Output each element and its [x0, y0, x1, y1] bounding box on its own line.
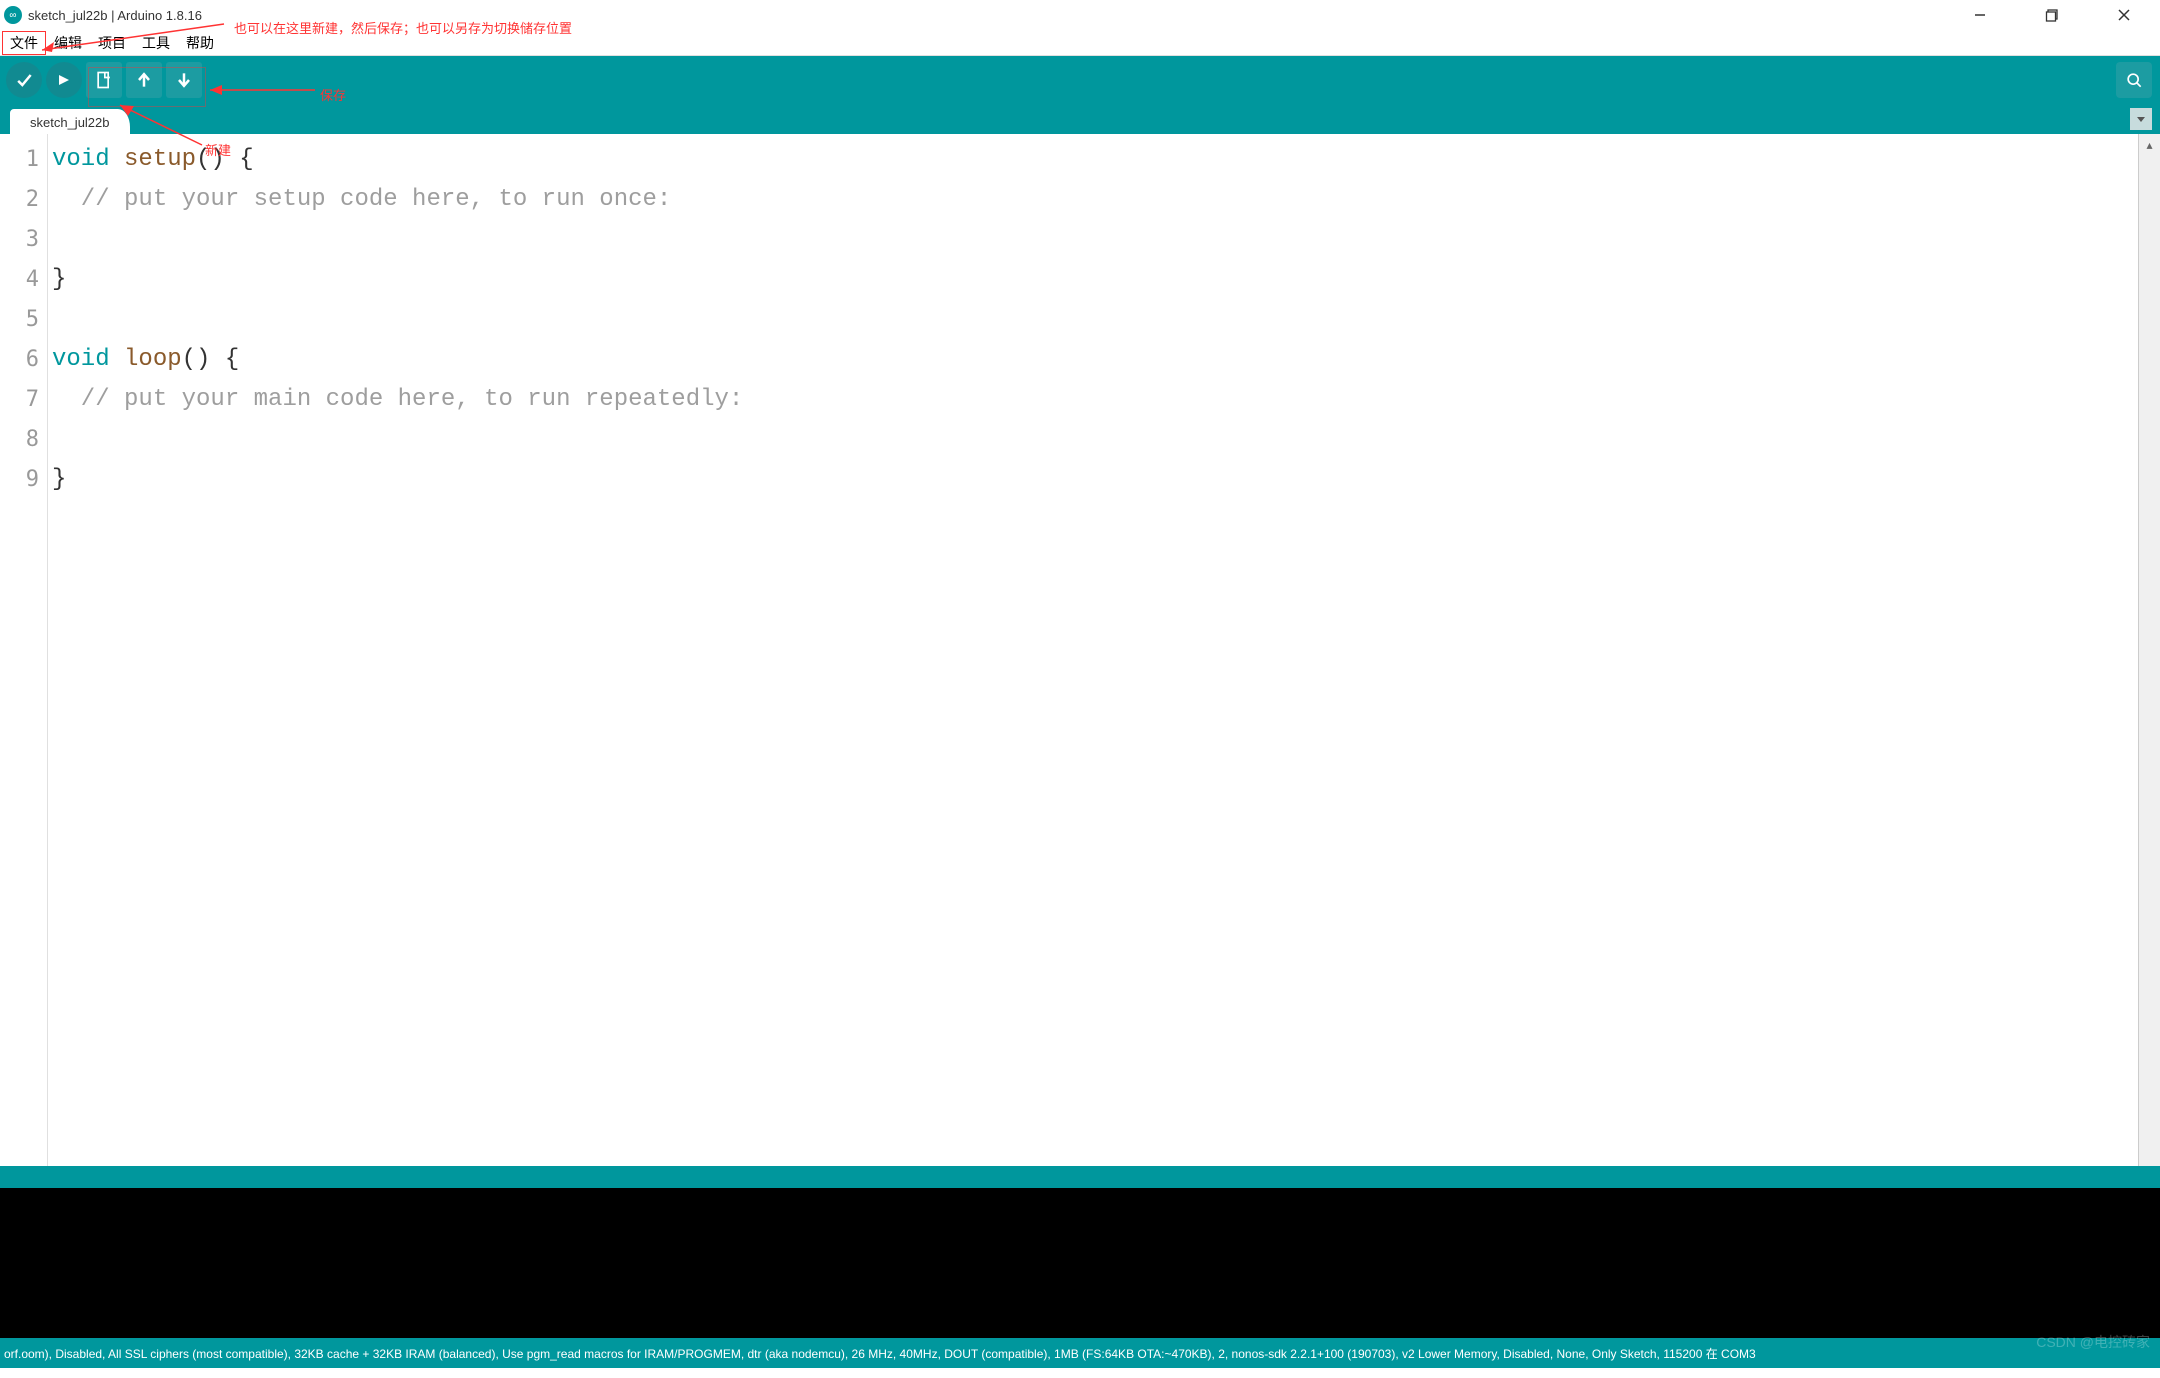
statusbar: orf.oom), Disabled, All SSL ciphers (mos… — [0, 1338, 2160, 1368]
console — [0, 1188, 2160, 1338]
annotation-box — [88, 67, 206, 107]
watermark: CSDN @电控砖家 — [2036, 1332, 2150, 1352]
tabbar: sketch_jul22b — [0, 104, 2160, 134]
menu-file[interactable]: 文件 — [2, 31, 46, 55]
scroll-up-icon[interactable]: ▴ — [2139, 134, 2160, 156]
menubar: 文件 编辑 项目 工具 帮助 — [0, 30, 2160, 56]
code-area[interactable]: void setup() { // put your setup code he… — [48, 134, 2138, 1166]
verify-button[interactable] — [6, 62, 42, 98]
vertical-scrollbar[interactable]: ▴ — [2138, 134, 2160, 1166]
menu-edit[interactable]: 编辑 — [46, 31, 90, 55]
menu-help[interactable]: 帮助 — [178, 31, 222, 55]
arduino-logo-icon: ∞ — [4, 6, 22, 24]
titlebar: ∞ sketch_jul22b | Arduino 1.8.16 — [0, 0, 2160, 30]
toolbar — [0, 56, 2160, 104]
menu-tools[interactable]: 工具 — [134, 31, 178, 55]
menu-sketch[interactable]: 项目 — [90, 31, 134, 55]
tab-active[interactable]: sketch_jul22b — [10, 109, 130, 134]
minimize-button[interactable] — [1944, 0, 2016, 30]
maximize-button[interactable] — [2016, 0, 2088, 30]
line-gutter: 123456789 — [0, 134, 48, 1166]
status-text: orf.oom), Disabled, All SSL ciphers (mos… — [4, 1345, 1756, 1362]
window-controls — [1944, 0, 2160, 30]
window-title: sketch_jul22b | Arduino 1.8.16 — [28, 8, 202, 23]
upload-button[interactable] — [46, 62, 82, 98]
serial-monitor-button[interactable] — [2116, 62, 2152, 98]
tab-dropdown-button[interactable] — [2130, 108, 2152, 130]
editor: 123456789 void setup() { // put your set… — [0, 134, 2160, 1166]
close-button[interactable] — [2088, 0, 2160, 30]
message-bar — [0, 1166, 2160, 1188]
